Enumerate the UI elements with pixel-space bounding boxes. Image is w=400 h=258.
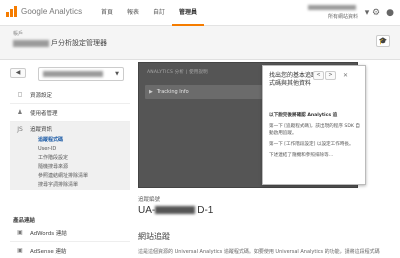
website-tracking-title: 網站追蹤 (138, 232, 170, 241)
tooltip-body: 以下說完後將確認 Analytics 追 第一下 [追蹤程式碼]，該出現的程序 … (269, 112, 361, 163)
admin-sidebar: ◻ 資源設定 ♟ 使用者管理 JS 追蹤資訊 追蹤程式碼 User-ID 工作階… (10, 86, 130, 190)
tooltip-bold-text: 以下說完後將確認 Analytics 追 (269, 113, 338, 118)
account-switcher[interactable]: 所有網站資料 (300, 5, 358, 20)
back-button[interactable]: ◀ (10, 68, 26, 78)
settings-gear-icon[interactable]: ⚙ (371, 8, 381, 18)
sidebar-sub-referral-exclusion[interactable]: 參照連結網址排除清單 (10, 172, 130, 181)
sidebar-item-adwords-linking[interactable]: ▣ AdWords 連結 (10, 224, 130, 242)
property-select[interactable]: ▼ (38, 67, 124, 81)
top-header: Google Analytics 首頁 報表 自訂 管理員 所有網站資料 ▾ ⚙… (0, 0, 400, 26)
tooltip-nav: < > (313, 71, 337, 80)
sidebar-item-user-management[interactable]: ♟ 使用者管理 (10, 104, 130, 122)
analytics-logo-icon (6, 6, 17, 17)
tracking-description: 這是這個資源的 Universal Analytics 追蹤程式碼。如要使用 U… (138, 249, 380, 255)
sidebar-sub-search-term-exclusion[interactable]: 搜尋字詞排除清單 (10, 181, 130, 190)
sidebar-sub-organic-sources[interactable]: 隨機搜尋來源 (10, 163, 130, 172)
tracking-id-value: UA- D-1 (138, 205, 214, 216)
tooltip-paragraph: 第一下 [追蹤程式碼]，該出現的程序 SDK 自動啟用追蹤。 (269, 124, 360, 136)
guide-tooltip: 找出您的基本追蹤程式碼與其他資料 < > ✕ 以下說完後將確認 Analytic… (262, 65, 366, 185)
adsense-icon: ▣ (17, 247, 23, 254)
tooltip-paragraph: 下述連結了隨機和參照排除等… (269, 153, 334, 158)
graduation-cap-icon[interactable]: 🎓 (376, 35, 390, 47)
account-email (300, 5, 358, 11)
sidebar-sub-session-settings[interactable]: 工作階段設定 (10, 154, 130, 163)
settings-page-icon: ◻ (17, 91, 23, 98)
tracking-id-label: 追蹤編號 (138, 197, 161, 203)
tooltip-paragraph: 第一下 [工作階段設定] 以設定工作時長。 (269, 142, 354, 147)
product-linking-label: 產品連結 (13, 218, 36, 224)
sidebar-item-label: 追蹤資訊 (30, 127, 53, 133)
tracking-info-step[interactable]: ▶ Tracking Info (145, 85, 263, 99)
sidebar-sub-user-id[interactable]: User-ID (10, 145, 130, 154)
nav-admin[interactable]: 管理員 (172, 0, 205, 26)
sidebar-group-tracking-info: JS 追蹤資訊 追蹤程式碼 User-ID 工作階段設定 隨機搜尋來源 參照連結… (10, 122, 130, 190)
nav-customization[interactable]: 自訂 (146, 0, 172, 26)
main-nav: 首頁 報表 自訂 管理員 (94, 0, 205, 26)
adwords-icon: ▣ (17, 229, 23, 236)
logo-text: Google Analytics (21, 7, 83, 16)
close-icon[interactable]: ✕ (343, 72, 348, 79)
step-label: Tracking Info (156, 89, 189, 95)
sidebar-item-label: AdSense 連結 (30, 248, 67, 255)
play-icon: ▶ (149, 89, 153, 95)
account-name: 戶分析設定管理器 (13, 38, 107, 48)
chevron-down-icon: ▼ (115, 71, 119, 77)
panel-header: ANALYTICS 分析 | 使用說明 (147, 70, 208, 75)
product-linking-list: ▣ AdWords 連結 ▣ AdSense 連結 (10, 224, 130, 258)
users-icon: ♟ (17, 109, 23, 116)
account-label: 帳戶 (13, 31, 24, 37)
sidebar-item-tracking-info[interactable]: JS 追蹤資訊 (10, 122, 130, 136)
nav-reports[interactable]: 報表 (120, 0, 146, 26)
sidebar-sub-tracking-code[interactable]: 追蹤程式碼 (10, 136, 130, 145)
previous-button[interactable]: < (313, 71, 324, 80)
admin-bar: 帳戶 戶分析設定管理器 (0, 26, 400, 60)
sidebar-item-adsense-linking[interactable]: ▣ AdSense 連結 (10, 242, 130, 258)
next-button[interactable]: > (325, 71, 336, 80)
google-analytics-logo[interactable]: Google Analytics (6, 6, 82, 17)
account-avatar-icon[interactable]: ● (385, 8, 395, 18)
account-subtitle: 所有網站資料 (327, 14, 358, 20)
sidebar-item-label: 使用者管理 (30, 110, 58, 117)
sidebar-item-label: 資源設定 (30, 92, 53, 99)
js-icon: JS (17, 125, 23, 133)
sidebar-item-label: AdWords 連結 (30, 230, 67, 237)
sidebar-item-property-settings[interactable]: ◻ 資源設定 (10, 86, 130, 104)
nav-home[interactable]: 首頁 (94, 0, 120, 26)
